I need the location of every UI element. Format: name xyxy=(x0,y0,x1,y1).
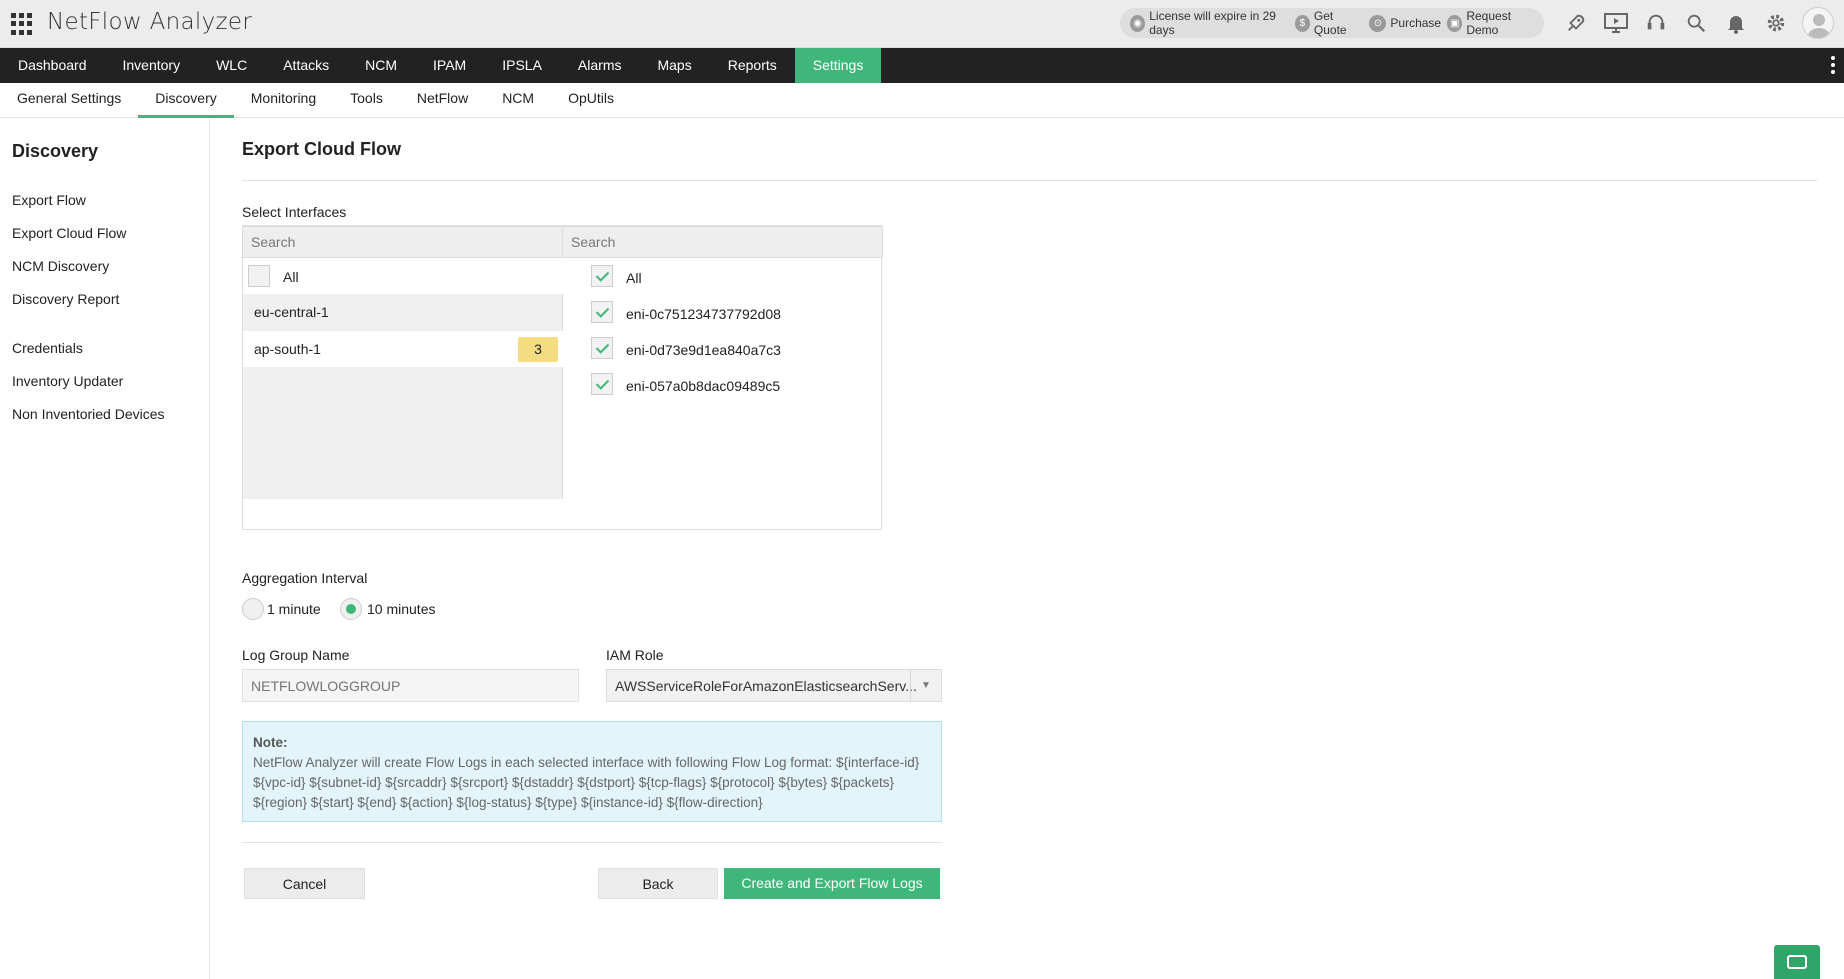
license-icon: ◉ xyxy=(1130,14,1146,32)
dollar-icon: $ xyxy=(1294,14,1310,32)
interface-checkbox[interactable] xyxy=(591,373,613,395)
aggregation-interval-label: Aggregation Interval xyxy=(242,570,368,586)
tab-tools[interactable]: Tools xyxy=(333,83,400,118)
license-text: License will expire in 29 days xyxy=(1149,9,1276,37)
license-pill: ◉ License will expire in 29 days $ Get Q… xyxy=(1120,8,1544,38)
radio-1-minute-label: 1 minute xyxy=(267,601,321,617)
title-divider xyxy=(242,180,1817,181)
count-badge: 3 xyxy=(518,337,558,362)
nav-alarms[interactable]: Alarms xyxy=(560,48,640,83)
radio-10-minutes-label: 10 minutes xyxy=(367,601,436,617)
radio-10-minutes[interactable] xyxy=(340,598,362,620)
license-status: ◉ License will expire in 29 days xyxy=(1130,9,1289,37)
interface-all-checkbox[interactable] xyxy=(591,265,613,287)
region-all-row[interactable]: All xyxy=(243,258,563,294)
log-group-name-label: Log Group Name xyxy=(242,647,350,663)
sidebar-item-export-flow[interactable]: Export Flow xyxy=(12,192,86,208)
gear-icon[interactable] xyxy=(1756,0,1796,46)
chevron-down-icon: ▼ xyxy=(910,670,941,701)
note-box: Note: NetFlow Analyzer will create Flow … xyxy=(242,721,942,822)
nav-ipsla[interactable]: IPSLA xyxy=(484,48,560,83)
interface-checkbox[interactable] xyxy=(591,337,613,359)
back-button[interactable]: Back xyxy=(598,868,718,899)
region-name: eu-central-1 xyxy=(254,304,329,320)
sidebar: Discovery Export Flow Export Cloud Flow … xyxy=(0,119,210,979)
interface-list: All eni-0c751234737792d08 eni-0d73e9d1ea… xyxy=(563,258,882,530)
interface-name: eni-0c751234737792d08 xyxy=(626,306,781,322)
avatar[interactable] xyxy=(1802,7,1834,39)
sidebar-item-ncm-discovery[interactable]: NCM Discovery xyxy=(12,258,109,274)
interface-search-input[interactable] xyxy=(562,226,883,258)
interface-selector: All eu-central-1 ap-south-1 3 All eni-0c… xyxy=(242,225,883,530)
nav-wlc[interactable]: WLC xyxy=(198,48,265,83)
apps-grid-icon[interactable] xyxy=(11,13,33,35)
note-text: NetFlow Analyzer will create Flow Logs i… xyxy=(253,755,920,810)
sidebar-item-discovery-report[interactable]: Discovery Report xyxy=(12,291,119,307)
log-group-name-input[interactable] xyxy=(242,669,579,702)
region-all-label: All xyxy=(283,269,299,285)
tab-discovery[interactable]: Discovery xyxy=(138,83,235,118)
tab-oputils[interactable]: OpUtils xyxy=(551,83,631,118)
purchase-link[interactable]: ⊙ Purchase xyxy=(1369,14,1442,32)
demo-icon: ▣ xyxy=(1447,14,1463,32)
select-interfaces-label: Select Interfaces xyxy=(242,204,347,220)
sidebar-item-credentials[interactable]: Credentials xyxy=(12,340,83,356)
list-item[interactable]: eu-central-1 xyxy=(243,294,563,330)
cart-icon: ⊙ xyxy=(1369,14,1387,32)
main-nav: Dashboard Inventory WLC Attacks NCM IPAM… xyxy=(0,48,1844,83)
tab-netflow[interactable]: NetFlow xyxy=(400,83,485,118)
radio-1-minute[interactable] xyxy=(242,598,264,620)
region-name: ap-south-1 xyxy=(254,341,321,357)
nav-ipam[interactable]: IPAM xyxy=(415,48,484,83)
list-item[interactable]: ap-south-1 3 xyxy=(243,331,563,367)
tab-ncm[interactable]: NCM xyxy=(485,83,551,118)
interface-checkbox[interactable] xyxy=(591,301,613,323)
iam-role-value: AWSServiceRoleForAmazonElasticsearchServ… xyxy=(615,678,917,694)
nav-maps[interactable]: Maps xyxy=(639,48,709,83)
footer-divider xyxy=(242,842,942,843)
tab-monitoring[interactable]: Monitoring xyxy=(234,83,333,118)
interface-name: eni-0d73e9d1ea840a7c3 xyxy=(626,342,781,358)
interface-name: eni-057a0b8dac09489c5 xyxy=(626,378,781,394)
nav-inventory[interactable]: Inventory xyxy=(105,48,199,83)
sub-nav: General Settings Discovery Monitoring To… xyxy=(0,83,1844,118)
sidebar-item-non-inventoried-devices[interactable]: Non Inventoried Devices xyxy=(12,406,165,422)
sidebar-item-inventory-updater[interactable]: Inventory Updater xyxy=(12,373,123,389)
nav-dashboard[interactable]: Dashboard xyxy=(0,48,105,83)
more-options-icon[interactable] xyxy=(1831,56,1835,77)
presentation-icon[interactable] xyxy=(1596,0,1636,46)
region-list: All eu-central-1 ap-south-1 3 xyxy=(243,258,563,499)
nav-reports[interactable]: Reports xyxy=(710,48,795,83)
rocket-icon[interactable] xyxy=(1556,0,1596,46)
iam-role-select[interactable]: AWSServiceRoleForAmazonElasticsearchServ… xyxy=(606,669,942,702)
header-icon-bar xyxy=(1556,0,1844,46)
region-search-input[interactable] xyxy=(242,226,563,258)
get-quote-link[interactable]: $ Get Quote xyxy=(1294,9,1364,37)
nav-attacks[interactable]: Attacks xyxy=(265,48,347,83)
chat-icon[interactable] xyxy=(1774,945,1820,979)
sidebar-title: Discovery xyxy=(12,141,99,161)
note-title: Note: xyxy=(253,735,288,750)
create-export-flow-logs-button[interactable]: Create and Export Flow Logs xyxy=(724,868,940,899)
tab-general-settings[interactable]: General Settings xyxy=(0,83,138,118)
cancel-button[interactable]: Cancel xyxy=(244,868,365,899)
search-icon[interactable] xyxy=(1676,0,1716,46)
sidebar-item-export-cloud-flow[interactable]: Export Cloud Flow xyxy=(12,225,126,241)
get-quote-label: Get Quote xyxy=(1313,9,1347,37)
top-header: NetFlow Analyzer ◉ License will expire i… xyxy=(0,0,1844,48)
page-title: Export Cloud Flow xyxy=(242,139,401,159)
bell-icon[interactable] xyxy=(1716,0,1756,46)
iam-role-label: IAM Role xyxy=(606,647,664,663)
request-demo-link[interactable]: ▣ Request Demo xyxy=(1447,9,1538,37)
interface-all-label: All xyxy=(626,270,642,286)
headset-icon[interactable] xyxy=(1636,0,1676,46)
request-demo-label: Request Demo xyxy=(1466,9,1512,37)
region-all-checkbox[interactable] xyxy=(248,265,270,287)
app-title: NetFlow Analyzer xyxy=(47,9,253,35)
nav-ncm[interactable]: NCM xyxy=(347,48,415,83)
nav-settings[interactable]: Settings xyxy=(794,48,882,83)
purchase-label: Purchase xyxy=(1390,16,1442,30)
